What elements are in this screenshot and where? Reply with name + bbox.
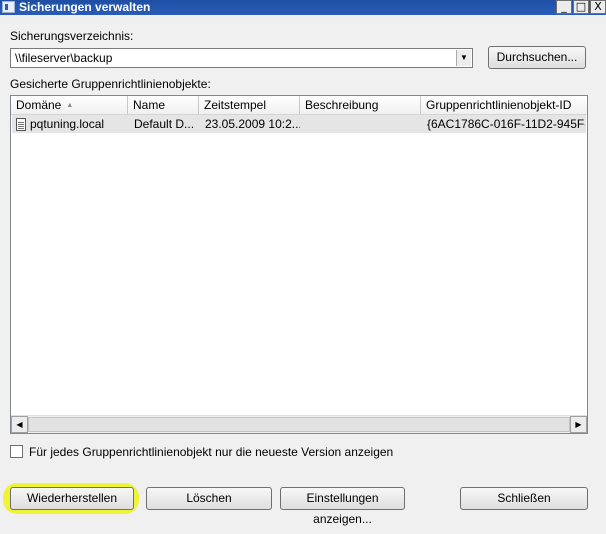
directory-label: Sicherungsverzeichnis: [10,29,134,43]
delete-button[interactable]: Löschen [146,487,272,510]
scroll-left-icon[interactable]: ◀ [11,416,28,433]
document-icon [16,118,26,131]
cell-gpo-id: {6AC1786C-016F-11D2-945F-0... [427,117,585,131]
maximize-button[interactable]: □ [573,0,589,14]
directory-combobox[interactable]: \\fileserver\backup ▼ [10,48,473,68]
table-row[interactable]: pqtuning.local Default D... 23.05.2009 1… [12,115,586,133]
browse-button[interactable]: Durchsuchen... [488,46,586,69]
column-header-description[interactable]: Beschreibung [300,96,421,114]
latest-version-checkbox[interactable] [10,445,23,458]
window-title: Sicherungen verwalten [19,0,151,14]
column-header-name[interactable]: Name [128,96,199,114]
window-app-icon [2,1,15,13]
cell-description [306,115,421,133]
column-header-timestamp[interactable]: Zeitstempel [199,96,300,114]
gpo-list-label: Gesicherte Gruppenrichtlinienobjekte: [10,77,211,91]
chevron-down-icon[interactable]: ▼ [456,50,471,66]
show-settings-button[interactable]: Einstellungen anzeigen... [280,487,405,526]
cell-timestamp: 23.05.2009 10:2... [205,117,300,131]
scrollbar-thumb[interactable] [28,417,570,432]
directory-value: \\fileserver\backup [15,51,113,65]
title-bar: Sicherungen verwalten _ □ X [0,0,606,15]
gpo-list[interactable]: Domäne ▲ Name Zeitstempel Beschreibung Gr… [10,95,588,434]
close-button[interactable]: Schließen [460,487,588,510]
column-header-gpo-id[interactable]: Gruppenrichtlinienobjekt-ID [421,96,587,114]
sort-ascending-icon: ▲ [66,102,74,109]
window-controls: _ □ X [555,0,606,15]
restore-button[interactable]: Wiederherstellen [10,487,134,510]
close-window-button[interactable]: X [590,0,606,14]
column-header-domain[interactable]: Domäne ▲ [11,96,128,114]
scroll-right-icon[interactable]: ▶ [570,416,587,433]
cell-domain: pqtuning.local [16,115,128,133]
minimize-button[interactable]: _ [556,0,572,14]
latest-version-label: Für jedes Gruppenrichtlinienobjekt nur d… [29,445,394,459]
cell-name: Default D... [134,117,195,131]
horizontal-scrollbar[interactable]: ◀ ▶ [11,415,587,433]
list-header: Domäne ▲ Name Zeitstempel Beschreibung Gr… [11,96,587,115]
